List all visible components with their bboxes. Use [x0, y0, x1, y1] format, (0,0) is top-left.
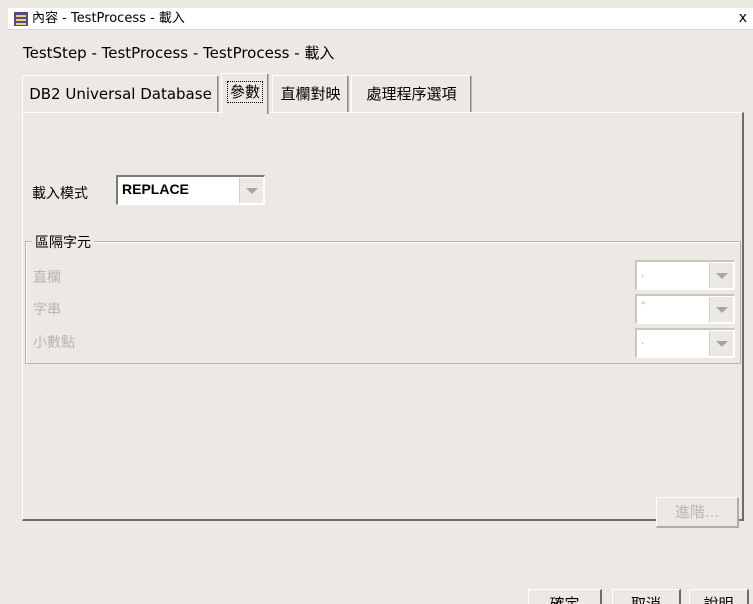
- tab-label: 參數: [226, 81, 264, 103]
- tab-label: 直欄對映: [280, 85, 341, 103]
- delimiters-group-title: 區隔字元: [32, 232, 94, 252]
- properties-dialog: 內容 - TestProcess - 載入 x TestStep - TestP…: [0, 0, 753, 604]
- tab-db2-universal-database[interactable]: DB2 Universal Database: [22, 75, 219, 112]
- app-icon: [14, 12, 28, 26]
- chevron-down-icon[interactable]: [239, 178, 263, 203]
- string-delimiter-value: ": [641, 299, 646, 313]
- chevron-down-icon[interactable]: [709, 297, 733, 322]
- help-button[interactable]: 說明: [689, 589, 749, 604]
- window-title: 內容 - TestProcess - 載入: [32, 11, 185, 26]
- parameters-panel: 載入模式 REPLACE 區隔字元 直欄 , 字串 " 小數點 . 進階...: [22, 112, 744, 528]
- load-mode-select[interactable]: REPLACE: [116, 175, 265, 205]
- load-mode-label: 載入模式: [32, 186, 88, 202]
- delimiters-group: 區隔字元 直欄 , 字串 " 小數點 .: [25, 232, 741, 364]
- tab-label: 處理程序選項: [366, 85, 457, 103]
- column-delimiter-value: ,: [641, 265, 645, 279]
- tab-label: DB2 Universal Database: [29, 85, 212, 103]
- decimal-point-label: 小數點: [33, 335, 75, 351]
- decimal-point-value: .: [641, 333, 645, 347]
- column-delimiter-select[interactable]: ,: [635, 260, 735, 290]
- advanced-button[interactable]: 進階...: [656, 497, 739, 528]
- decimal-point-select[interactable]: .: [635, 328, 735, 358]
- tab-column-mapping[interactable]: 直欄對映: [272, 75, 349, 112]
- page-title: TestStep - TestProcess - TestProcess - 載…: [23, 44, 335, 62]
- tab-parameters[interactable]: 參數: [221, 73, 269, 114]
- chevron-down-icon[interactable]: [709, 331, 733, 356]
- chevron-down-icon[interactable]: [709, 263, 733, 288]
- ok-button[interactable]: 確定: [528, 589, 602, 604]
- column-delimiter-label: 直欄: [33, 270, 61, 286]
- close-icon[interactable]: x: [739, 9, 747, 27]
- string-delimiter-label: 字串: [33, 302, 61, 318]
- cancel-button[interactable]: 取消: [612, 589, 681, 604]
- string-delimiter-select[interactable]: ": [635, 294, 735, 324]
- load-mode-value: REPLACE: [122, 181, 189, 197]
- title-bar: 內容 - TestProcess - 載入 x: [8, 8, 753, 30]
- tab-process-options[interactable]: 處理程序選項: [351, 75, 472, 112]
